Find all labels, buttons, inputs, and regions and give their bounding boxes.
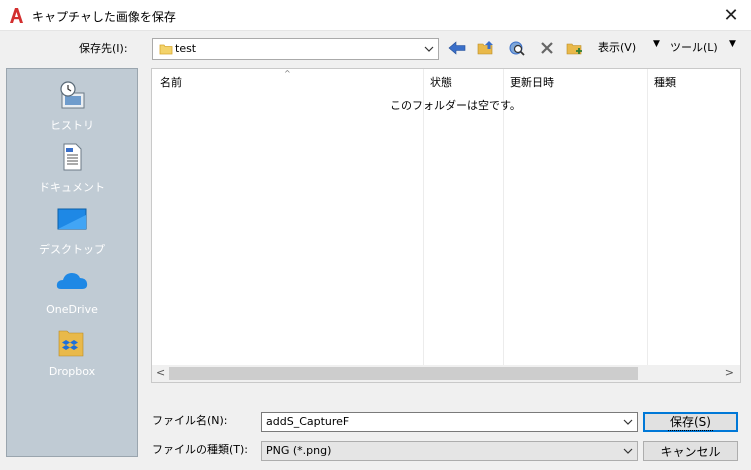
back-button[interactable] xyxy=(445,37,469,59)
filename-input[interactable]: addS_CaptureF xyxy=(261,412,638,432)
column-header-status[interactable]: 状態 xyxy=(430,74,452,90)
filename-label: ファイル名(N): xyxy=(152,414,228,427)
column-divider[interactable] xyxy=(503,69,504,367)
place-label: OneDrive xyxy=(46,303,98,316)
column-header-name[interactable]: 名前 xyxy=(160,74,182,90)
delete-icon xyxy=(541,42,553,54)
place-desktop[interactable]: デスクトップ xyxy=(7,201,137,257)
chevron-down-icon[interactable] xyxy=(622,445,634,457)
place-documents[interactable]: ドキュメント xyxy=(7,139,137,195)
places-bar: ヒストリ ドキュメント デスクトップ OneDrive Dropbox xyxy=(6,68,138,457)
filetype-select[interactable]: PNG (*.png) xyxy=(261,441,638,461)
scrollbar-thumb[interactable] xyxy=(169,367,638,380)
scroll-right-icon[interactable]: > xyxy=(725,366,734,379)
up-folder-button[interactable] xyxy=(474,37,498,59)
chevron-down-icon xyxy=(424,46,434,52)
save-button-label: 保存(S) xyxy=(668,415,713,431)
save-in-combobox[interactable]: test xyxy=(152,38,439,60)
tools-menu-dropdown-icon[interactable]: ▼ xyxy=(729,39,736,49)
column-divider[interactable] xyxy=(423,69,424,367)
file-list[interactable]: ^ 名前 状態 更新日時 種類 このフォルダーは空です。 < > xyxy=(151,68,741,383)
cancel-button[interactable]: キャンセル xyxy=(643,441,738,461)
view-menu[interactable]: 表示(V) xyxy=(598,39,636,55)
desktop-icon xyxy=(57,208,87,230)
place-label: ヒストリ xyxy=(50,119,94,132)
documents-icon xyxy=(63,143,82,171)
folder-icon xyxy=(159,44,173,55)
empty-folder-message: このフォルダーは空です。 xyxy=(390,99,521,112)
place-label: ドキュメント xyxy=(39,181,105,194)
place-dropbox[interactable]: Dropbox xyxy=(7,325,137,378)
place-label: Dropbox xyxy=(48,365,96,378)
view-menu-dropdown-icon[interactable]: ▼ xyxy=(653,39,660,49)
search-web-button[interactable] xyxy=(505,37,529,59)
column-header-modified[interactable]: 更新日時 xyxy=(510,74,554,90)
close-button[interactable]: ✕ xyxy=(711,0,751,31)
current-folder-name: test xyxy=(175,42,197,55)
new-folder-icon xyxy=(566,43,582,55)
save-in-label: 保存先(I): xyxy=(79,42,128,55)
back-arrow-icon xyxy=(448,41,466,55)
up-folder-icon xyxy=(477,41,493,55)
dropbox-icon xyxy=(58,330,84,357)
filetype-label: ファイルの種類(T): xyxy=(152,443,249,456)
history-icon xyxy=(60,81,85,109)
place-history[interactable]: ヒストリ xyxy=(7,77,137,133)
place-onedrive[interactable]: OneDrive xyxy=(7,263,137,316)
horizontal-scrollbar[interactable]: < > xyxy=(152,365,740,382)
filename-value: addS_CaptureF xyxy=(266,415,350,428)
tools-menu[interactable]: ツール(L) xyxy=(670,39,718,55)
onedrive-icon xyxy=(56,273,88,289)
new-folder-button[interactable] xyxy=(563,37,587,59)
autocad-app-icon xyxy=(10,8,23,23)
scroll-left-icon[interactable]: < xyxy=(156,366,165,379)
window-title: キャプチャした画像を保存 xyxy=(32,10,176,24)
chevron-down-icon[interactable] xyxy=(622,416,634,428)
place-label: デスクトップ xyxy=(39,243,105,256)
delete-button[interactable] xyxy=(535,37,559,59)
column-header-type[interactable]: 種類 xyxy=(654,74,676,90)
save-button[interactable]: 保存(S) xyxy=(643,412,738,432)
sort-ascending-icon: ^ xyxy=(284,69,291,78)
title-bar: キャプチャした画像を保存 ✕ xyxy=(0,0,751,31)
filetype-value: PNG (*.png) xyxy=(266,444,332,457)
column-divider[interactable] xyxy=(647,69,648,367)
search-web-icon xyxy=(509,41,525,56)
